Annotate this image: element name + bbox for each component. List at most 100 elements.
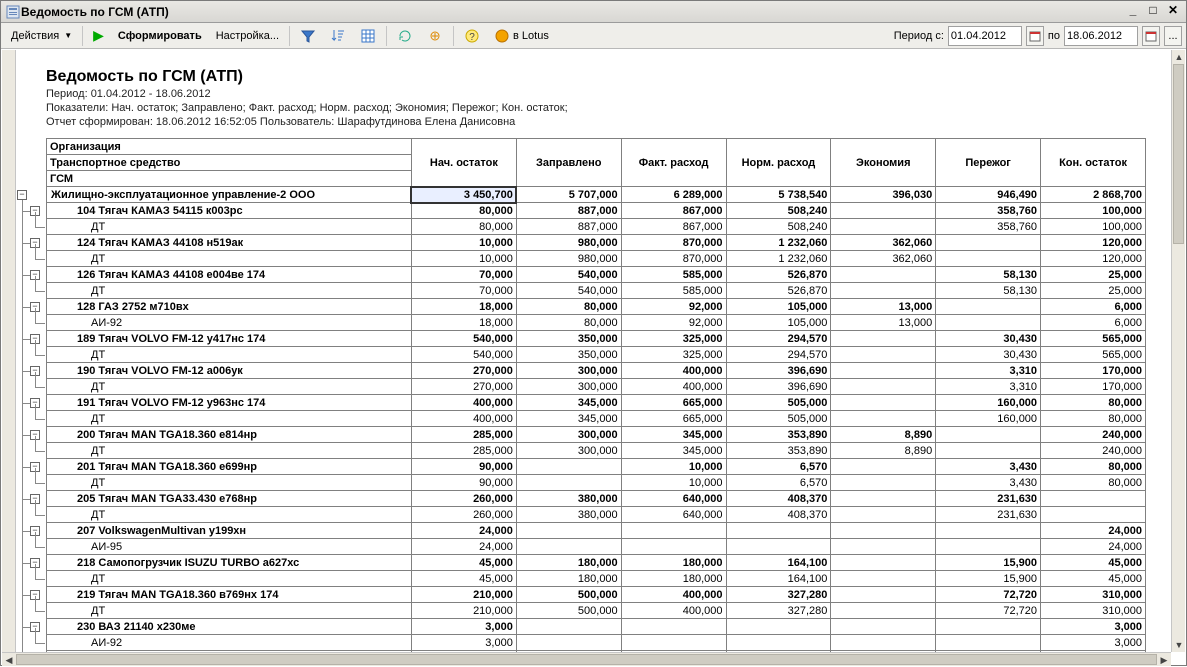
cell-value (936, 235, 1041, 251)
cell-value: 505,000 (726, 411, 831, 427)
table-row[interactable]: 219 Тягач MAN TGA18.360 в769нх 174210,00… (47, 587, 1146, 603)
cell-value: 345,000 (621, 443, 726, 459)
calendar-from-button[interactable] (1026, 26, 1044, 46)
lotus-button[interactable]: в Lotus (488, 25, 555, 47)
cell-value (516, 539, 621, 555)
row-name: ДТ (47, 251, 412, 267)
table-row[interactable]: ДТ90,00010,0006,5703,43080,000 (47, 475, 1146, 491)
cell-value: 2 868,700 (1041, 187, 1146, 203)
scroll-left-button[interactable]: ◀ (2, 653, 16, 667)
hscroll-thumb[interactable] (16, 654, 1157, 665)
cell-value (831, 635, 936, 651)
table-row[interactable]: 230 ВАЗ 21140 х230ме3,0003,000 (47, 619, 1146, 635)
filter-button[interactable] (294, 25, 322, 47)
tree-node-vehicle[interactable] (30, 366, 40, 376)
cell-value (831, 603, 936, 619)
cell-value (831, 283, 936, 299)
cell-value: 3 450,700 (411, 187, 516, 203)
tree-node-vehicle[interactable] (30, 462, 40, 472)
cell-value: 508,240 (726, 203, 831, 219)
refresh-button[interactable] (391, 25, 419, 47)
table-row[interactable]: ДТ400,000345,000665,000505,000160,00080,… (47, 411, 1146, 427)
date-to-input[interactable] (1064, 26, 1138, 46)
table-row[interactable]: ДТ260,000380,000640,000408,370231,630 (47, 507, 1146, 523)
actions-menu[interactable]: Действия ▼ (5, 25, 78, 47)
help-button[interactable]: ? (458, 25, 486, 47)
tree-node-vehicle[interactable] (30, 206, 40, 216)
table-row[interactable]: ДТ80,000887,000867,000508,240358,760100,… (47, 219, 1146, 235)
cell-value: 80,000 (516, 315, 621, 331)
table-row[interactable]: 126 Тягач КАМАЗ 44108 е004ве 17470,00054… (47, 267, 1146, 283)
cell-value: 362,060 (831, 251, 936, 267)
row-name: ДТ (47, 347, 412, 363)
scroll-right-button[interactable]: ▶ (1157, 653, 1171, 667)
date-from-input[interactable] (948, 26, 1022, 46)
tree-node-vehicle[interactable] (30, 238, 40, 248)
table-row[interactable]: ДТ540,000350,000325,000294,57030,430565,… (47, 347, 1146, 363)
table-row[interactable]: АИ-923,0003,000 (47, 635, 1146, 651)
tree-node-vehicle[interactable] (30, 494, 40, 504)
scroll-thumb[interactable] (1173, 64, 1184, 244)
table-row[interactable]: 218 Самопогрузчик ISUZU TURBO а627хс45,0… (47, 555, 1146, 571)
row-name: 128 ГАЗ 2752 м710вх (47, 299, 412, 315)
cell-value: 400,000 (621, 379, 726, 395)
tree-node-vehicle[interactable] (30, 334, 40, 344)
cell-value: 3,000 (411, 619, 516, 635)
table-row[interactable]: АИ-9524,00024,000 (47, 539, 1146, 555)
cell-value: 980,000 (516, 251, 621, 267)
cell-value (831, 331, 936, 347)
play-button[interactable]: ▶ (87, 25, 110, 47)
cell-value: 3,310 (936, 379, 1041, 395)
table-row[interactable]: ДТ285,000300,000345,000353,8908,890240,0… (47, 443, 1146, 459)
maximize-button[interactable]: □ (1144, 3, 1162, 19)
table-row[interactable]: 124 Тягач КАМАЗ 44108 н519ак10,000980,00… (47, 235, 1146, 251)
table-row[interactable]: 205 Тягач MAN TGA33.430 е768нр260,000380… (47, 491, 1146, 507)
table-header: Организация Нач. остаток Заправлено Факт… (47, 139, 1146, 187)
tree-node-vehicle[interactable] (30, 558, 40, 568)
cell-value: 80,000 (1041, 411, 1146, 427)
tree-node-vehicle[interactable] (30, 398, 40, 408)
period-picker-button[interactable]: ... (1164, 26, 1182, 46)
table-row[interactable]: ДТ10,000980,000870,0001 232,060362,06012… (47, 251, 1146, 267)
settings-button[interactable]: Настройка... (210, 25, 285, 47)
table-row[interactable]: 189 Тягач VOLVO FM-12 у417нс 174540,0003… (47, 331, 1146, 347)
scroll-up-button[interactable]: ▲ (1172, 50, 1185, 64)
table-row[interactable]: Жилищно-эксплуатационное управление-2 ОО… (47, 187, 1146, 203)
cell-value: 24,000 (1041, 523, 1146, 539)
calendar-to-button[interactable] (1142, 26, 1160, 46)
generate-button[interactable]: Сформировать (112, 25, 208, 47)
grid-button[interactable] (354, 25, 382, 47)
tree-node-root[interactable] (17, 190, 27, 200)
table-row[interactable]: ДТ270,000300,000400,000396,6903,310170,0… (47, 379, 1146, 395)
tree-node-vehicle[interactable] (30, 622, 40, 632)
table-row[interactable]: ДТ70,000540,000585,000526,87058,13025,00… (47, 283, 1146, 299)
tree-node-vehicle[interactable] (30, 526, 40, 536)
row-name: АИ-92 (47, 315, 412, 331)
tree-node-vehicle[interactable] (30, 302, 40, 312)
table-row[interactable]: ДТ210,000500,000400,000327,28072,720310,… (47, 603, 1146, 619)
tree-node-vehicle[interactable] (30, 430, 40, 440)
table-row[interactable]: 190 Тягач VOLVO FM-12 а006ук270,000300,0… (47, 363, 1146, 379)
scroll-down-button[interactable]: ▼ (1172, 638, 1185, 652)
table-row[interactable]: 128 ГАЗ 2752 м710вх18,00080,00092,000105… (47, 299, 1146, 315)
close-button[interactable]: ✕ (1164, 3, 1182, 19)
vertical-scrollbar[interactable]: ▲ ▼ (1171, 50, 1185, 652)
table-row[interactable]: 207 VolkswagenMultivan у199хн24,00024,00… (47, 523, 1146, 539)
sort-button[interactable] (324, 25, 352, 47)
minimize-button[interactable]: _ (1124, 3, 1142, 19)
horizontal-scrollbar[interactable]: ◀ ▶ (2, 652, 1171, 666)
table-row[interactable]: ДТ45,000180,000180,000164,10015,90045,00… (47, 571, 1146, 587)
table-row[interactable]: 201 Тягач MAN TGA18.360 е699нр90,00010,0… (47, 459, 1146, 475)
cell-value (936, 427, 1041, 443)
cell-value (831, 475, 936, 491)
expand-button[interactable] (421, 25, 449, 47)
table-row[interactable]: 191 Тягач VOLVO FM-12 у963нс 174400,0003… (47, 395, 1146, 411)
table-row[interactable]: 104 Тягач КАМАЗ 54115 к003рс80,000887,00… (47, 203, 1146, 219)
table-row[interactable]: 200 Тягач MAN TGA18.360 е814нр285,000300… (47, 427, 1146, 443)
cell-value: 3,430 (936, 459, 1041, 475)
tree-node-vehicle[interactable] (30, 590, 40, 600)
cell-value: 358,760 (936, 219, 1041, 235)
tree-node-vehicle[interactable] (30, 270, 40, 280)
cell-value: 6 289,000 (621, 187, 726, 203)
table-row[interactable]: АИ-9218,00080,00092,000105,00013,0006,00… (47, 315, 1146, 331)
